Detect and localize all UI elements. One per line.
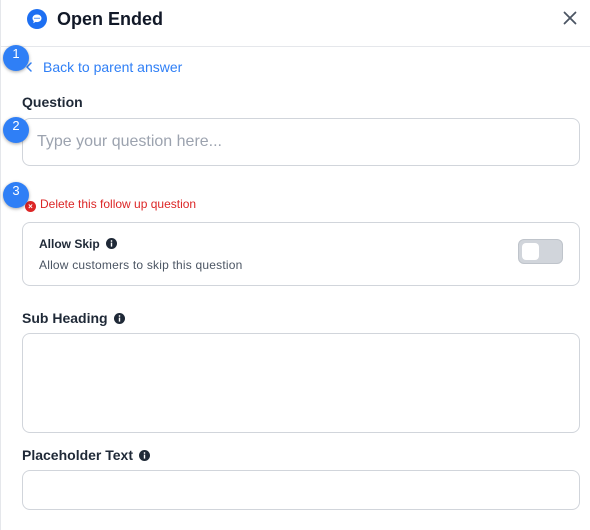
allow-skip-card: Allow Skip Allow customers to skip this … (22, 222, 580, 286)
question-input[interactable] (22, 118, 580, 166)
toggle-knob (522, 243, 539, 260)
allow-skip-description: Allow customers to skip this question (39, 258, 243, 272)
step-marker-2: 2 (3, 117, 29, 143)
back-link-label: Back to parent answer (43, 59, 183, 75)
info-icon[interactable] (113, 313, 125, 324)
question-label: Question (22, 94, 83, 110)
delete-follow-up-link[interactable]: × Delete this follow up question (25, 196, 196, 212)
back-to-parent-link[interactable]: Back to parent answer (25, 58, 182, 77)
placeholder-text-input[interactable] (22, 470, 580, 510)
sub-heading-textarea[interactable] (22, 333, 580, 433)
step-marker-1: 1 (3, 45, 29, 71)
panel-title: Open Ended (57, 9, 164, 29)
delete-circle-icon: × (25, 201, 36, 212)
step-marker-3: 3 (3, 182, 29, 208)
allow-skip-title: Allow Skip (39, 237, 117, 251)
info-icon[interactable] (139, 450, 151, 461)
info-icon[interactable] (105, 238, 117, 249)
sub-heading-label: Sub Heading (22, 309, 125, 327)
placeholder-text-label: Placeholder Text (22, 446, 151, 464)
editor-panel: Open Ended 1 2 3 Back to parent answer Q… (0, 0, 590, 530)
panel-header: Open Ended (1, 0, 590, 47)
chat-bubble-icon (27, 9, 47, 29)
delete-link-label: Delete this follow up question (40, 197, 197, 211)
close-icon[interactable] (561, 9, 579, 27)
allow-skip-toggle[interactable] (518, 239, 563, 264)
